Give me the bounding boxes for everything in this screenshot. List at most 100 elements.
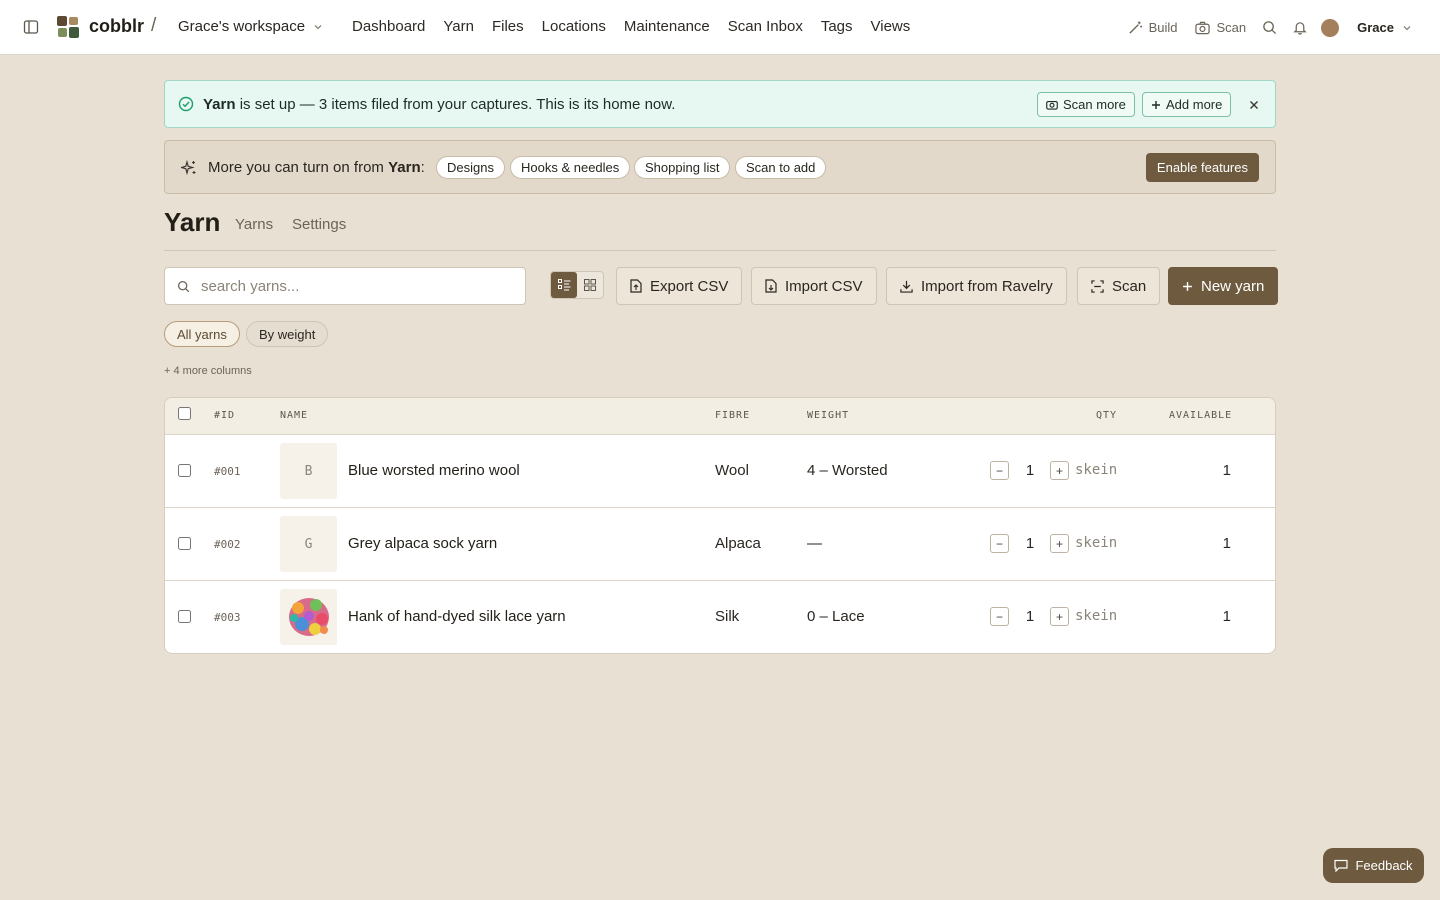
close-icon[interactable] [1249, 97, 1259, 113]
yarn-table: #ID NAME FIBRE WEIGHT QTY AVAILABLE #001… [164, 397, 1276, 654]
workspace-switcher[interactable]: Grace's workspace [178, 18, 323, 35]
features-prefix: More you can turn on from [208, 159, 389, 176]
export-csv-label: Export CSV [650, 277, 729, 295]
row-weight: 0 – Lace [807, 608, 865, 625]
search-icon [177, 280, 190, 296]
row-thumbnail: G [280, 516, 337, 572]
grid-view-icon[interactable] [577, 272, 603, 298]
nav-views[interactable]: Views [871, 18, 911, 35]
scan-button[interactable]: Scan [1195, 20, 1246, 35]
row-name[interactable]: Blue worsted merino wool [348, 462, 520, 479]
row-weight: — [807, 535, 822, 552]
list-view-icon[interactable] [551, 272, 577, 298]
row-qty: 1 [1025, 608, 1035, 625]
search-icon[interactable] [1262, 20, 1277, 35]
import-ravelry-button[interactable]: Import from Ravelry [886, 267, 1067, 305]
new-yarn-label: New yarn [1201, 277, 1265, 295]
plus-icon [1152, 100, 1160, 109]
row-checkbox[interactable] [178, 610, 191, 623]
import-csv-button[interactable]: Import CSV [751, 267, 877, 305]
setup-message: Yarn is set up — 3 items filed from your… [203, 96, 675, 113]
filter-all-yarns[interactable]: All yarns [164, 321, 240, 347]
col-available[interactable]: AVAILABLE [1169, 410, 1232, 421]
table-row[interactable]: #003 Hank of hand-dyed silk lace yarn Si… [165, 581, 1275, 653]
row-available: 1 [1222, 462, 1231, 479]
view-toggle [550, 271, 604, 299]
nav-files[interactable]: Files [492, 18, 524, 35]
select-all-checkbox[interactable] [178, 407, 191, 420]
enable-features-button[interactable]: Enable features [1145, 153, 1259, 182]
qty-increment-button[interactable]: + [1050, 607, 1069, 626]
qty-decrement-button[interactable]: − [990, 534, 1009, 553]
qty-increment-button[interactable]: + [1050, 461, 1069, 480]
export-csv-button[interactable]: Export CSV [616, 267, 743, 305]
row-fibre: Wool [715, 462, 749, 479]
build-button[interactable]: Build [1128, 20, 1178, 35]
header-divider [164, 250, 1276, 251]
brand-name[interactable]: cobblr [89, 16, 144, 37]
file-import-icon [765, 279, 777, 293]
features-strong: Yarn [388, 159, 421, 176]
row-id: #003 [214, 611, 241, 624]
import-csv-label: Import CSV [785, 277, 863, 295]
table-row[interactable]: #002 G Grey alpaca sock yarn Alpaca — − … [165, 508, 1275, 581]
add-more-label: Add more [1166, 97, 1223, 112]
row-checkbox[interactable] [178, 464, 191, 477]
top-right-actions: Build Scan Grace [1110, 0, 1412, 55]
row-id: #002 [214, 538, 241, 551]
logo-icon[interactable] [56, 15, 80, 39]
feedback-label: Feedback [1355, 858, 1413, 873]
nav-yarn[interactable]: Yarn [443, 18, 474, 35]
qty-increment-button[interactable]: + [1050, 534, 1069, 553]
nav-scan-inbox[interactable]: Scan Inbox [728, 18, 803, 35]
setup-success-banner: Yarn is set up — 3 items filed from your… [164, 80, 1276, 128]
scan-more-button[interactable]: Scan more [1037, 92, 1135, 117]
nav-tags[interactable]: Tags [821, 18, 853, 35]
search-box [164, 267, 526, 305]
row-available: 1 [1222, 535, 1231, 552]
bell-icon[interactable] [1293, 20, 1307, 35]
row-name[interactable]: Grey alpaca sock yarn [348, 535, 497, 552]
plus-icon [1183, 281, 1192, 291]
feature-chip-scan-to-add[interactable]: Scan to add [735, 156, 827, 179]
features-message: More you can turn on from Yarn: [208, 159, 425, 176]
wand-icon [1128, 21, 1142, 34]
import-ravelry-label: Import from Ravelry [921, 277, 1053, 295]
camera-icon [1195, 21, 1211, 34]
col-fibre[interactable]: FIBRE [715, 410, 750, 421]
row-unit: skein [1075, 608, 1118, 624]
setup-message-text: is set up — 3 items filed from your capt… [235, 96, 676, 113]
nav-locations[interactable]: Locations [542, 18, 606, 35]
col-id[interactable]: #ID [214, 410, 235, 421]
add-more-button[interactable]: Add more [1142, 92, 1232, 117]
main-nav: Dashboard Yarn Files Locations Maintenan… [352, 18, 928, 35]
nav-dashboard[interactable]: Dashboard [352, 18, 425, 35]
new-yarn-button[interactable]: New yarn [1168, 267, 1279, 305]
search-input[interactable] [201, 276, 511, 296]
col-name[interactable]: NAME [280, 410, 308, 421]
avatar[interactable] [1321, 18, 1340, 37]
more-columns-link[interactable]: + 4 more columns [164, 365, 252, 377]
build-label: Build [1148, 20, 1178, 35]
sidebar-toggle-icon[interactable] [22, 18, 40, 36]
feature-chip-hooks-needles[interactable]: Hooks & needles [510, 156, 631, 179]
scan-toolbar-button[interactable]: Scan [1077, 267, 1161, 305]
row-unit: skein [1075, 462, 1118, 478]
qty-decrement-button[interactable]: − [990, 607, 1009, 626]
chat-bubble-icon [1334, 859, 1349, 872]
feature-chip-designs[interactable]: Designs [436, 156, 505, 179]
feature-chip-shopping-list[interactable]: Shopping list [634, 156, 731, 179]
tab-yarns[interactable]: Yarns [235, 216, 273, 233]
feedback-button[interactable]: Feedback [1323, 848, 1424, 883]
row-name[interactable]: Hank of hand-dyed silk lace yarn [348, 608, 566, 625]
tab-settings[interactable]: Settings [292, 216, 346, 233]
qty-decrement-button[interactable]: − [990, 461, 1009, 480]
row-checkbox[interactable] [178, 537, 191, 550]
filter-by-weight[interactable]: By weight [246, 321, 329, 347]
table-row[interactable]: #001 B Blue worsted merino wool Wool 4 –… [165, 435, 1275, 508]
user-menu[interactable]: Grace [1357, 20, 1412, 35]
row-unit: skein [1075, 535, 1118, 551]
col-qty[interactable]: QTY [1096, 410, 1117, 421]
col-weight[interactable]: WEIGHT [807, 410, 849, 421]
nav-maintenance[interactable]: Maintenance [624, 18, 710, 35]
